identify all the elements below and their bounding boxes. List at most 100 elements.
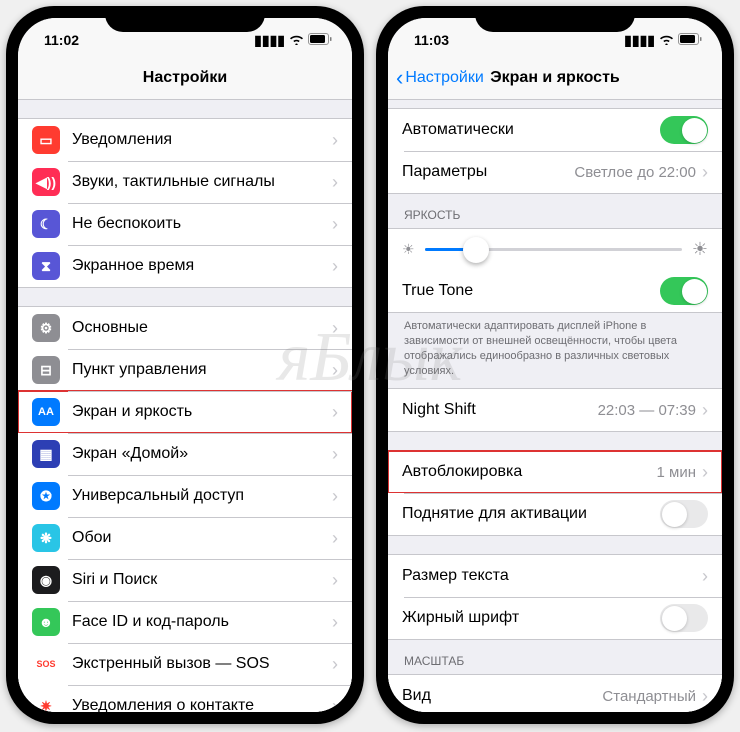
screentime-icon: ⧗ bbox=[32, 252, 60, 280]
row-label: Уведомления bbox=[72, 131, 332, 149]
row-label: True Tone bbox=[402, 282, 660, 300]
chevron-right-icon: › bbox=[332, 172, 338, 193]
settings-group-1: ▭Уведомления›◀︎))Звуки, тактильные сигна… bbox=[18, 118, 352, 288]
row-label: Автоматически bbox=[402, 121, 660, 139]
wall-icon: ❋ bbox=[32, 524, 60, 552]
chevron-right-icon: › bbox=[332, 444, 338, 465]
row-label: Параметры bbox=[402, 163, 574, 181]
toggle-bold[interactable] bbox=[660, 604, 708, 632]
sidebar-item-control[interactable]: ⊟Пункт управления› bbox=[18, 349, 352, 391]
row-label: Экран «Домой» bbox=[72, 445, 332, 463]
chevron-right-icon: › bbox=[332, 318, 338, 339]
exposure-icon: ✷ bbox=[32, 692, 60, 712]
faceid-icon: ☻ bbox=[32, 608, 60, 636]
slider-thumb[interactable] bbox=[463, 237, 489, 263]
status-icons: ▮▮▮▮ bbox=[254, 32, 332, 49]
row-label: Обои bbox=[72, 529, 332, 547]
chevron-right-icon: › bbox=[332, 654, 338, 675]
toggle-truetone[interactable] bbox=[660, 277, 708, 305]
chevron-right-icon: › bbox=[332, 486, 338, 507]
row-label: Экстренный вызов — SOS bbox=[72, 655, 332, 673]
toggle-automatic[interactable] bbox=[660, 116, 708, 144]
row-raise[interactable]: Поднятие для активации bbox=[388, 493, 722, 535]
sidebar-item-dnd[interactable]: ☾ Не беспокоить› bbox=[18, 203, 352, 245]
chevron-right-icon: › bbox=[332, 402, 338, 423]
sidebar-item-notif[interactable]: ▭Уведомления› bbox=[18, 119, 352, 161]
row-parameters[interactable]: Параметры Светлое до 22:00 › bbox=[388, 151, 722, 193]
settings-list[interactable]: ▭Уведомления›◀︎))Звуки, тактильные сигна… bbox=[18, 100, 352, 712]
home-icon: ▦ bbox=[32, 440, 60, 468]
display-settings[interactable]: Автоматически Параметры Светлое до 22:00… bbox=[388, 100, 722, 712]
access-icon: ✪ bbox=[32, 482, 60, 510]
row-label: Автоблокировка bbox=[402, 463, 657, 481]
chevron-right-icon: › bbox=[332, 214, 338, 235]
row-label: Экран и яркость bbox=[72, 403, 332, 421]
sidebar-item-sound[interactable]: ◀︎))Звуки, тактильные сигналы› bbox=[18, 161, 352, 203]
brightness-group: ☀︎ ☀︎ True Tone bbox=[388, 228, 722, 313]
row-label: Face ID и код-пароль bbox=[72, 613, 332, 631]
sidebar-item-display[interactable]: AA Экран и яркость› bbox=[18, 391, 352, 433]
signal-icon: ▮▮▮▮ bbox=[624, 32, 655, 49]
row-bold[interactable]: Жирный шрифт bbox=[388, 597, 722, 639]
wifi-icon bbox=[289, 32, 304, 48]
sidebar-item-general[interactable]: ⚙Основные› bbox=[18, 307, 352, 349]
chevron-right-icon: › bbox=[702, 686, 708, 707]
appearance-group: Автоматически Параметры Светлое до 22:00… bbox=[388, 108, 722, 194]
toggle-raise[interactable] bbox=[660, 500, 708, 528]
row-label: Не беспокоить bbox=[72, 215, 332, 233]
chevron-right-icon: › bbox=[332, 696, 338, 713]
back-button[interactable]: ‹ Настройки bbox=[396, 67, 484, 89]
row-label: Универсальный доступ bbox=[72, 487, 332, 505]
chevron-right-icon: › bbox=[332, 570, 338, 591]
row-label: Экранное время bbox=[72, 257, 332, 275]
screen-right: 11:03 ▮▮▮▮ ‹ Настройки Экран и яркость bbox=[388, 18, 722, 712]
sidebar-item-siri[interactable]: ◉Siri и Поиск› bbox=[18, 559, 352, 601]
status-time: 11:03 bbox=[414, 32, 449, 48]
row-label: Siri и Поиск bbox=[72, 571, 332, 589]
battery-icon bbox=[678, 32, 702, 48]
brightness-header: ЯРКОСТЬ bbox=[388, 194, 722, 228]
dnd-icon: ☾ bbox=[32, 210, 60, 238]
truetone-footer: Автоматически адаптировать дисплей iPhon… bbox=[388, 313, 722, 382]
sidebar-item-screentime[interactable]: ⧗ Экранное время› bbox=[18, 245, 352, 287]
sidebar-item-wall[interactable]: ❋Обои› bbox=[18, 517, 352, 559]
control-icon: ⊟ bbox=[32, 356, 60, 384]
notif-icon: ▭ bbox=[32, 126, 60, 154]
page-title: Настройки bbox=[143, 69, 227, 87]
row-label: Поднятие для активации bbox=[402, 505, 660, 523]
notch bbox=[105, 6, 265, 32]
row-value: 1 мин bbox=[657, 464, 697, 481]
nav-bar: Настройки bbox=[18, 56, 352, 100]
page-title: Экран и яркость bbox=[490, 69, 620, 87]
sos-icon: SOS bbox=[32, 650, 60, 678]
chevron-right-icon: › bbox=[332, 256, 338, 277]
notch bbox=[475, 6, 635, 32]
wifi-icon bbox=[659, 32, 674, 48]
settings-group-2: ⚙Основные›⊟Пункт управления› AA Экран и яр… bbox=[18, 306, 352, 712]
nav-bar: ‹ Настройки Экран и яркость bbox=[388, 56, 722, 100]
chevron-right-icon: › bbox=[702, 400, 708, 421]
sidebar-item-faceid[interactable]: ☻Face ID и код-пароль› bbox=[18, 601, 352, 643]
row-view[interactable]: Вид Стандартный › bbox=[388, 675, 722, 712]
row-truetone[interactable]: True Tone bbox=[388, 270, 722, 312]
zoom-group: Вид Стандартный › bbox=[388, 674, 722, 712]
row-textsize[interactable]: Размер текста › bbox=[388, 555, 722, 597]
row-label: Night Shift bbox=[402, 401, 598, 419]
general-icon: ⚙ bbox=[32, 314, 60, 342]
brightness-slider[interactable] bbox=[425, 248, 682, 251]
sidebar-item-exposure[interactable]: ✷ Уведомления о контакте› bbox=[18, 685, 352, 712]
row-label: Уведомления о контакте bbox=[72, 697, 332, 712]
phone-right: 11:03 ▮▮▮▮ ‹ Настройки Экран и яркость bbox=[376, 6, 734, 724]
row-nightshift[interactable]: Night Shift 22:03 — 07:39 › bbox=[388, 389, 722, 431]
chevron-right-icon: › bbox=[702, 162, 708, 183]
chevron-right-icon: › bbox=[332, 360, 338, 381]
sun-small-icon: ☀︎ bbox=[402, 241, 415, 258]
row-autolock[interactable]: Автоблокировка 1 мин › bbox=[388, 451, 722, 493]
lock-group: Автоблокировка 1 мин › Поднятие для акти… bbox=[388, 450, 722, 536]
sidebar-item-sos[interactable]: SOS Экстренный вызов — SOS› bbox=[18, 643, 352, 685]
sidebar-item-access[interactable]: ✪ Универсальный доступ› bbox=[18, 475, 352, 517]
sidebar-item-home[interactable]: ▦ Экран «Домой»› bbox=[18, 433, 352, 475]
nightshift-group: Night Shift 22:03 — 07:39 › bbox=[388, 388, 722, 432]
display-icon: AA bbox=[32, 398, 60, 426]
row-automatic[interactable]: Автоматически bbox=[388, 109, 722, 151]
